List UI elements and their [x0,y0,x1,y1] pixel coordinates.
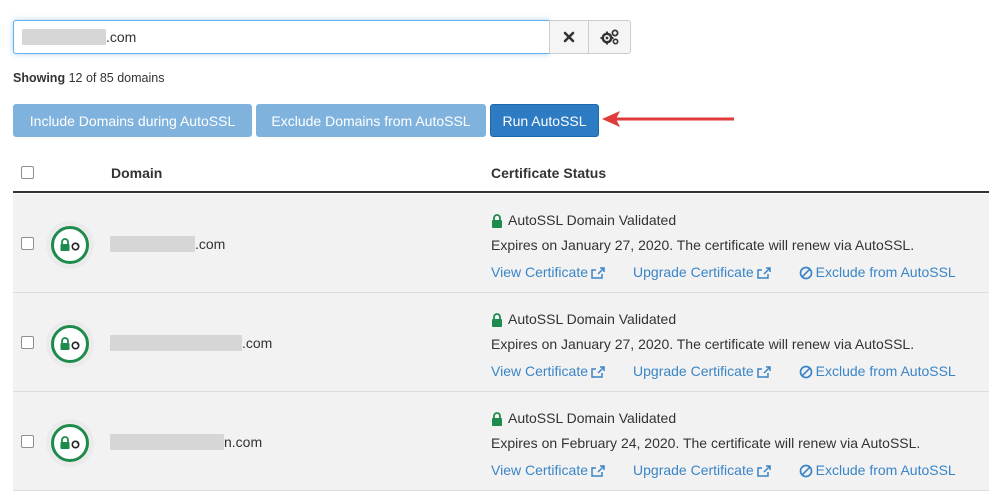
row-checkbox[interactable] [21,435,34,448]
run-autossl-button[interactable]: Run AutoSSL [490,104,599,137]
link-label: View Certificate [491,363,589,379]
autossl-actions: Include Domains during AutoSSL Exclude D… [13,104,599,137]
domain-name: n.com [110,434,262,450]
upgrade-certificate-link[interactable]: Upgrade Certificate [633,260,771,285]
status-title: AutoSSL Domain Validated [508,212,677,228]
status-title: AutoSSL Domain Validated [508,410,677,426]
domain-search-group: .com [13,20,631,54]
expiry-text: Expires on February 24, 2020. The certif… [491,435,921,451]
expiry-text: Expires on January 27, 2020. The certifi… [491,237,915,253]
showing-count: Showing 12 of 85 domains [13,71,164,85]
search-value-suffix: .com [106,29,137,45]
lock-sync-icon [60,436,80,449]
link-label: View Certificate [491,462,589,478]
upgrade-certificate-link[interactable]: Upgrade Certificate [633,359,771,384]
certificate-status: AutoSSL Domain Validated Expires on Janu… [491,307,956,384]
redacted-text [110,236,195,252]
ban-icon [799,365,812,378]
row-checkbox[interactable] [21,336,34,349]
exclude-from-autossl-link[interactable]: Exclude from AutoSSL [799,260,956,285]
domain-search-input[interactable]: .com [13,20,550,54]
status-column-header: Certificate Status [491,165,607,181]
table-row: n.com AutoSSL Domain Validated Expires o… [13,392,989,491]
row-checkbox[interactable] [21,237,34,250]
ban-icon [799,464,812,477]
exclude-domains-button[interactable]: Exclude Domains from AutoSSL [256,104,486,137]
upgrade-certificate-link[interactable]: Upgrade Certificate [633,458,771,483]
showing-label: Showing [13,71,66,85]
link-label: Upgrade Certificate [633,264,754,280]
expiry-text: Expires on January 27, 2020. The certifi… [491,336,915,352]
view-certificate-link[interactable]: View Certificate [491,260,605,285]
clear-search-button[interactable] [549,20,589,54]
table-row: .com AutoSSL Domain Validated Expires on… [13,293,989,392]
lock-sync-icon [60,238,80,251]
table-header: Domain Certificate Status [13,154,989,193]
view-certificate-link[interactable]: View Certificate [491,458,605,483]
ban-icon [799,266,812,279]
domain-name: .com [110,335,272,351]
external-link-icon [591,365,605,378]
include-domains-button[interactable]: Include Domains during AutoSSL [13,104,252,137]
search-settings-button[interactable] [588,20,631,54]
external-link-icon [591,464,605,477]
lock-icon [492,411,502,426]
redacted-text [110,434,224,450]
select-all-checkbox[interactable] [21,166,34,179]
gears-icon [600,29,619,45]
external-link-icon [756,266,771,279]
link-label: View Certificate [491,264,589,280]
domain-suffix: n.com [224,434,263,450]
link-label: Upgrade Certificate [633,462,754,478]
autossl-status-badge [46,221,94,269]
times-icon [563,31,575,43]
link-label: Exclude from AutoSSL [815,264,956,280]
lock-icon [492,213,502,228]
arrow-left-icon [602,111,734,127]
exclude-from-autossl-link[interactable]: Exclude from AutoSSL [799,359,956,384]
lock-sync-icon [60,337,80,350]
autossl-status-badge [46,419,94,467]
link-label: Exclude from AutoSSL [815,462,956,478]
table-row: .com AutoSSL Domain Validated Expires on… [13,194,989,293]
autossl-status-badge [46,320,94,368]
showing-text: 12 of 85 domains [68,71,165,85]
domain-suffix: .com [195,236,226,252]
link-label: Upgrade Certificate [633,363,754,379]
lock-icon [492,312,502,327]
redacted-text [22,29,106,45]
certificate-status: AutoSSL Domain Validated Expires on Febr… [491,406,956,483]
external-link-icon [756,464,771,477]
certificate-status: AutoSSL Domain Validated Expires on Janu… [491,208,956,285]
view-certificate-link[interactable]: View Certificate [491,359,605,384]
external-link-icon [756,365,771,378]
exclude-from-autossl-link[interactable]: Exclude from AutoSSL [799,458,956,483]
redacted-text [110,335,242,351]
domain-suffix: .com [242,335,273,351]
link-label: Exclude from AutoSSL [815,363,956,379]
status-title: AutoSSL Domain Validated [508,311,677,327]
domain-name: .com [110,236,225,252]
external-link-icon [591,266,605,279]
domain-column-header: Domain [111,165,163,181]
